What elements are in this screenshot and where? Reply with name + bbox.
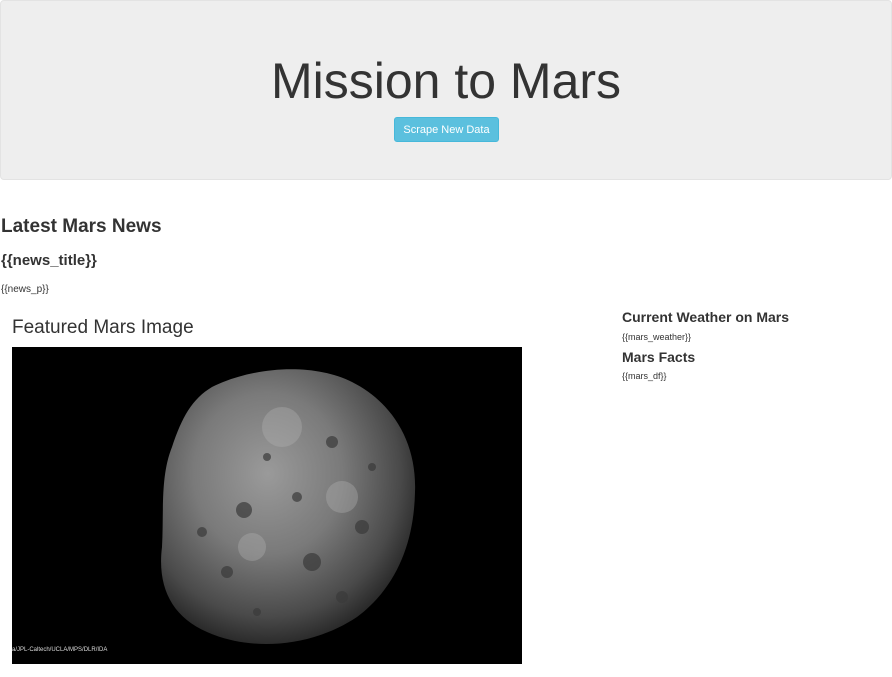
mars-facts-heading: Mars Facts: [622, 349, 696, 365]
page-title: Mission to Mars: [270, 53, 622, 109]
scrape-new-data-button[interactable]: Scrape New Data: [394, 117, 499, 142]
header-jumbotron: Mission to Mars Scrape New Data: [0, 0, 892, 180]
featured-image-heading: Featured Mars Image: [12, 317, 194, 338]
news-title: {{news_title}}: [1, 252, 97, 269]
weather-text: {{mars_weather}}: [622, 332, 692, 342]
asteroid-image: [161, 369, 416, 644]
latest-news-heading: Latest Mars News: [1, 216, 162, 237]
news-paragraph: {{news_p}}: [1, 284, 49, 295]
featured-mars-image: a/JPL-Caltech/UCLA/MPS/DLR/IDA: [12, 347, 522, 664]
weather-heading: Current Weather on Mars: [622, 309, 789, 325]
image-credit: a/JPL-Caltech/UCLA/MPS/DLR/IDA: [12, 647, 108, 653]
mars-facts-table: {{mars_df}}: [622, 371, 667, 381]
